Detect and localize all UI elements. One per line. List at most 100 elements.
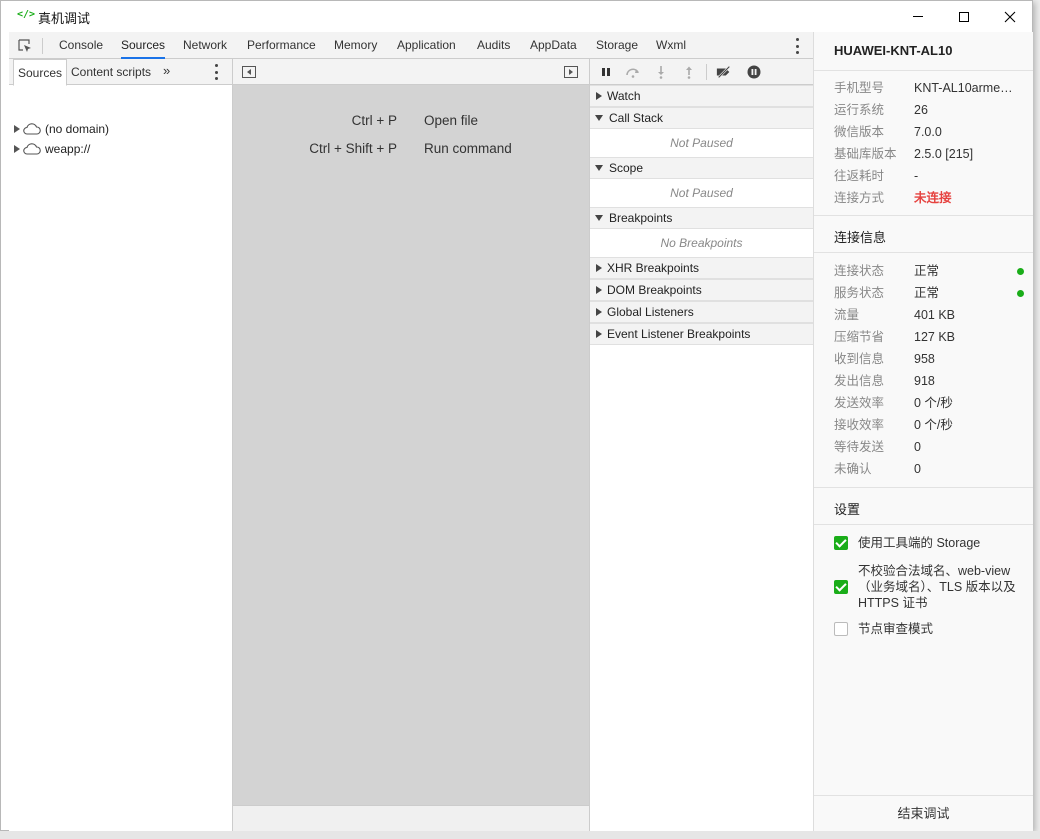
minimize-icon bbox=[913, 16, 923, 17]
info-value: 918 bbox=[914, 374, 935, 388]
info-row-wechat-version: 微信版本 7.0.0 bbox=[834, 121, 1024, 143]
inspect-element-icon[interactable] bbox=[17, 38, 33, 54]
info-row-lib-version: 基础库版本 2.5.0 [215] bbox=[834, 143, 1024, 165]
toolbar-separator bbox=[42, 38, 43, 54]
expand-icon bbox=[595, 215, 603, 221]
tab-application[interactable]: Application bbox=[397, 32, 456, 59]
info-row-os: 运行系统 26 bbox=[834, 99, 1024, 121]
conn-row-receive-rate: 接收效率 0 个/秒 bbox=[834, 414, 1024, 436]
shortcut-action: Open file bbox=[424, 113, 479, 128]
info-label: 连接状态 bbox=[834, 264, 885, 278]
collapse-icon bbox=[596, 330, 602, 338]
tab-storage[interactable]: Storage bbox=[596, 32, 638, 59]
collapse-icon bbox=[596, 264, 602, 272]
tab-performance[interactable]: Performance bbox=[247, 32, 316, 59]
window-title: 真机调试 bbox=[38, 11, 91, 26]
info-value: 958 bbox=[914, 352, 935, 366]
section-label: Global Listeners bbox=[607, 304, 694, 319]
step-into-icon[interactable] bbox=[653, 64, 669, 80]
tab-console[interactable]: Console bbox=[59, 32, 103, 59]
checkbox-checked[interactable] bbox=[834, 580, 848, 594]
navigator-menu-icon[interactable] bbox=[214, 64, 218, 80]
info-value: 0 bbox=[914, 440, 921, 454]
show-debugger-icon[interactable] bbox=[564, 66, 578, 78]
show-navigator-icon[interactable] bbox=[242, 66, 256, 78]
tree-item-no-domain[interactable]: (no domain) bbox=[9, 119, 109, 139]
tree-item-weapp[interactable]: weapp:// bbox=[9, 139, 90, 159]
info-label: 手机型号 bbox=[834, 81, 885, 95]
info-value: KNT-AL10armea... bbox=[914, 81, 1014, 95]
collapse-icon bbox=[596, 286, 602, 294]
title-bar: </> 真机调试 bbox=[1, 1, 1032, 32]
divider bbox=[814, 215, 1033, 216]
info-label: 连接方式 bbox=[834, 191, 885, 205]
device-info-panel: HUAWEI-KNT-AL10 手机型号 KNT-AL10armea... 运行系… bbox=[813, 32, 1033, 831]
minimize-button[interactable] bbox=[895, 1, 941, 32]
section-label: Breakpoints bbox=[609, 210, 673, 225]
setting-label: 不校验合法域名、web-view（业务域名）、TLS 版本以及 HTTPS 证书 bbox=[858, 564, 1016, 610]
tab-audits[interactable]: Audits bbox=[477, 32, 510, 59]
info-label: 发出信息 bbox=[834, 374, 885, 388]
tab-network[interactable]: Network bbox=[183, 32, 227, 59]
section-scope[interactable]: Scope bbox=[590, 157, 813, 179]
info-value: 7.0.0 bbox=[914, 125, 942, 139]
section-call-stack[interactable]: Call Stack bbox=[590, 107, 813, 129]
device-name: HUAWEI-KNT-AL10 bbox=[834, 43, 953, 58]
pause-on-exceptions-icon[interactable] bbox=[746, 64, 762, 80]
status-ok-icon bbox=[1017, 290, 1024, 297]
navigator-tab-content-scripts[interactable]: Content scripts bbox=[67, 59, 155, 85]
deactivate-breakpoints-icon[interactable] bbox=[716, 64, 732, 80]
tab-sources[interactable]: Sources bbox=[121, 32, 166, 59]
tab-appdata[interactable]: AppData bbox=[530, 32, 577, 59]
info-label: 流量 bbox=[834, 308, 860, 322]
shortcut-keys: Ctrl + Shift + P bbox=[309, 141, 397, 156]
section-event-listener-breakpoints[interactable]: Event Listener Breakpoints bbox=[590, 323, 813, 345]
info-label: 压缩节省 bbox=[834, 330, 885, 344]
info-value: 401 KB bbox=[914, 308, 956, 322]
setting-skip-domain-check[interactable]: 不校验合法域名、web-view（业务域名）、TLS 版本以及 HTTPS 证书 bbox=[834, 563, 1019, 613]
conn-row-received: 收到信息 958 bbox=[834, 348, 1024, 370]
conn-row-service: 服务状态 正常 bbox=[834, 282, 1024, 304]
pause-icon[interactable] bbox=[598, 64, 614, 80]
tab-memory[interactable]: Memory bbox=[334, 32, 377, 59]
code-icon: </> bbox=[17, 9, 36, 20]
close-icon bbox=[1004, 11, 1016, 22]
info-row-connection-mode: 连接方式 未连接 bbox=[834, 187, 1024, 209]
devtools-tab-bar: Console Sources Network Performance Memo… bbox=[9, 32, 813, 59]
more-options-icon[interactable] bbox=[795, 38, 799, 54]
maximize-button[interactable] bbox=[941, 1, 987, 32]
editor-pane: Ctrl + P Open file Ctrl + Shift + P Run … bbox=[233, 59, 589, 831]
checkbox-checked[interactable] bbox=[834, 536, 848, 550]
collapse-icon bbox=[596, 92, 602, 100]
section-label: Watch bbox=[607, 88, 641, 103]
section-watch[interactable]: Watch bbox=[590, 85, 813, 107]
connection-section-title: 连接信息 bbox=[834, 230, 887, 245]
section-global-listeners[interactable]: Global Listeners bbox=[590, 301, 813, 323]
shortcut-keys: Ctrl + P bbox=[351, 113, 397, 128]
background-window-edge bbox=[0, 831, 1040, 839]
step-out-icon[interactable] bbox=[681, 64, 697, 80]
info-label: 往返耗时 bbox=[834, 169, 885, 183]
step-over-icon[interactable] bbox=[625, 64, 641, 80]
navigator-tab-sources[interactable]: Sources bbox=[13, 59, 68, 86]
divider bbox=[814, 252, 1033, 253]
setting-node-inspect-mode[interactable]: 节点审查模式 bbox=[834, 621, 1019, 639]
settings-section-title: 设置 bbox=[834, 502, 861, 517]
end-debug-button[interactable]: 结束调试 bbox=[814, 795, 1033, 831]
section-dom-breakpoints[interactable]: DOM Breakpoints bbox=[590, 279, 813, 301]
more-tabs-icon[interactable]: » bbox=[163, 63, 170, 78]
info-value: 正常 bbox=[914, 286, 940, 300]
setting-use-local-storage[interactable]: 使用工具端的 Storage bbox=[834, 535, 1019, 553]
info-value: 2.5.0 [215] bbox=[914, 147, 974, 161]
section-breakpoints[interactable]: Breakpoints bbox=[590, 207, 813, 229]
tab-wxml[interactable]: Wxml bbox=[656, 32, 686, 59]
checkbox-unchecked[interactable] bbox=[834, 622, 848, 636]
info-label: 接收效率 bbox=[834, 418, 885, 432]
expand-icon bbox=[595, 115, 603, 121]
devtools: Console Sources Network Performance Memo… bbox=[9, 32, 813, 831]
divider bbox=[814, 487, 1033, 488]
close-button[interactable] bbox=[987, 1, 1033, 32]
section-xhr-breakpoints[interactable]: XHR Breakpoints bbox=[590, 257, 813, 279]
info-label: 基础库版本 bbox=[834, 147, 897, 161]
call-stack-status: Not Paused bbox=[670, 136, 733, 150]
